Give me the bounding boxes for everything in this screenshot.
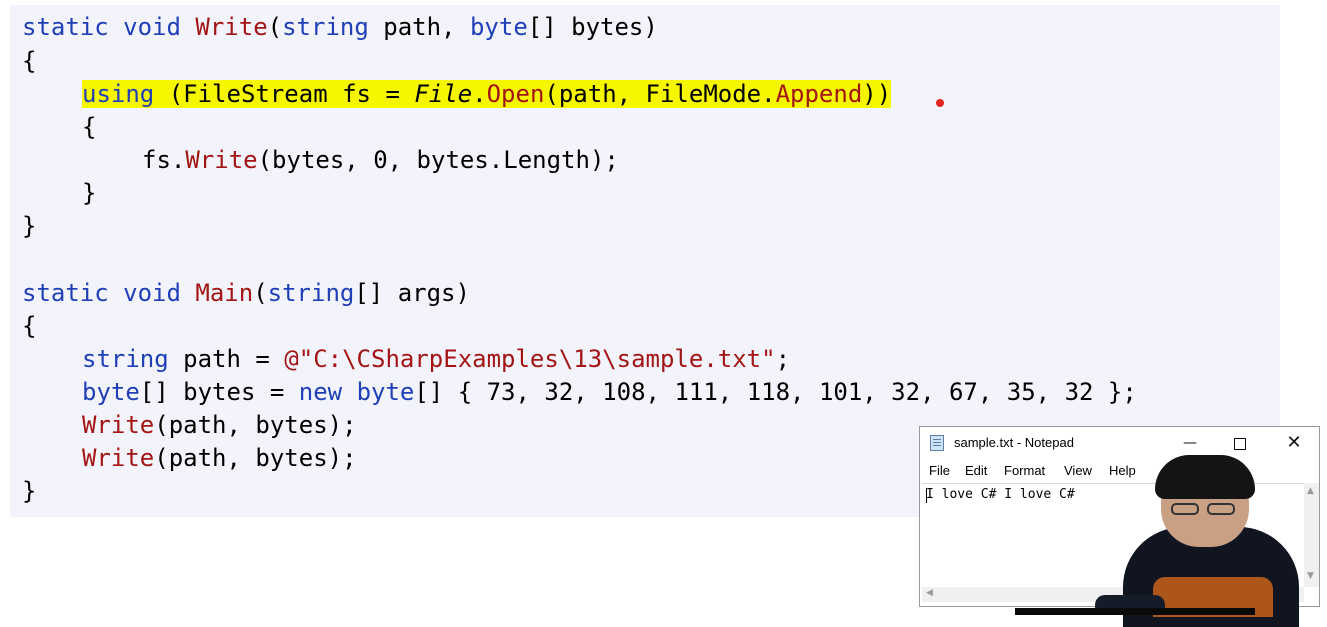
code-text: (path, FileMode. [544, 80, 776, 108]
code-line-write-call: Write(path, bytes); [82, 442, 357, 475]
menu-view[interactable]: View [1064, 463, 1092, 478]
code-text: path = [168, 345, 285, 373]
code-text: [] bytes) [527, 13, 658, 41]
code-line-bytes-declaration: byte[] bytes = new byte[] { 73, 32, 108,… [82, 376, 1137, 409]
code-line-brace: } [22, 212, 37, 240]
keyword: string [267, 279, 355, 307]
pointer-dot-icon [936, 99, 944, 107]
keyword: void [123, 279, 181, 307]
code-line-brace: } [82, 179, 97, 207]
notepad-content[interactable]: I love C# I love C# [926, 487, 1075, 502]
keyword: byte [356, 378, 415, 406]
keyword: byte [469, 13, 528, 41]
method-name: Write [195, 13, 268, 41]
keyword: byte [82, 378, 140, 406]
chevron-left-icon[interactable]: ◀ [926, 588, 933, 598]
method-name: Write [82, 411, 155, 439]
code-line-write-signature: static void Write(string path, byte[] by… [22, 11, 658, 44]
keyword: new [298, 378, 343, 406]
method-name: Open [486, 80, 545, 108]
maximize-icon [1234, 437, 1246, 450]
close-icon: ✕ [1286, 432, 1302, 453]
code-text: (path, bytes); [154, 411, 357, 439]
keyword: string [282, 13, 369, 41]
code-text: fs. [142, 146, 186, 174]
code-text: (FileStream fs = [154, 80, 415, 108]
glasses-icon [1171, 503, 1241, 517]
highlighted-statement: using (FileStream fs = File.Open(path, F… [82, 80, 892, 108]
code-text: [] bytes = [139, 378, 299, 406]
method-name: Write [82, 444, 155, 472]
presenter-webcam [1015, 455, 1327, 627]
desk-edge [1015, 608, 1255, 615]
code-line-main-signature: static void Main(string[] args) [22, 277, 470, 310]
code-text: ; [775, 345, 791, 373]
code-line-write-call: Write(path, bytes); [82, 409, 357, 442]
presenter-hair [1155, 455, 1255, 499]
code-line-brace: { [22, 47, 37, 75]
code-line-brace: { [22, 312, 37, 340]
string-literal: @"C:\CSharpExamples\13\sample.txt" [284, 345, 776, 373]
code-line-using: using (FileStream fs = File.Open(path, F… [82, 78, 892, 111]
keyword: using [82, 80, 155, 108]
code-text: . [472, 80, 487, 108]
code-line-brace: { [82, 113, 97, 141]
keyword: static [22, 13, 109, 41]
code-line-fs-write: fs.Write(bytes, 0, bytes.Length); [142, 144, 619, 177]
enum-value: Append [775, 80, 863, 108]
code-text: )) [862, 80, 892, 108]
code-text: [] args) [354, 279, 470, 307]
method-name: Write [185, 146, 258, 174]
keyword: void [123, 13, 181, 41]
menu-file[interactable]: File [929, 463, 950, 478]
code-text: (bytes, 0, bytes.Length); [257, 146, 619, 174]
code-text: [] { 73, 32, 108, 111, 118, 101, 32, 67,… [414, 378, 1137, 406]
menu-edit[interactable]: Edit [965, 463, 987, 478]
minimize-icon: — [1183, 435, 1197, 451]
method-name: Main [195, 279, 254, 307]
code-line-path-declaration: string path = @"C:\CSharpExamples\13\sam… [82, 343, 790, 376]
code-text: path, [368, 13, 470, 41]
class-name: File [414, 80, 473, 108]
keyword: static [22, 279, 109, 307]
menu-format[interactable]: Format [1004, 463, 1045, 478]
keyword: string [82, 345, 169, 373]
code-text: (path, bytes); [154, 444, 357, 472]
window-title: sample.txt - Notepad [954, 435, 1074, 450]
code-line-brace: } [22, 477, 37, 505]
code-text: ( [267, 13, 283, 41]
notepad-icon [930, 435, 944, 451]
code-text: ( [253, 279, 268, 307]
text-caret [926, 488, 927, 503]
